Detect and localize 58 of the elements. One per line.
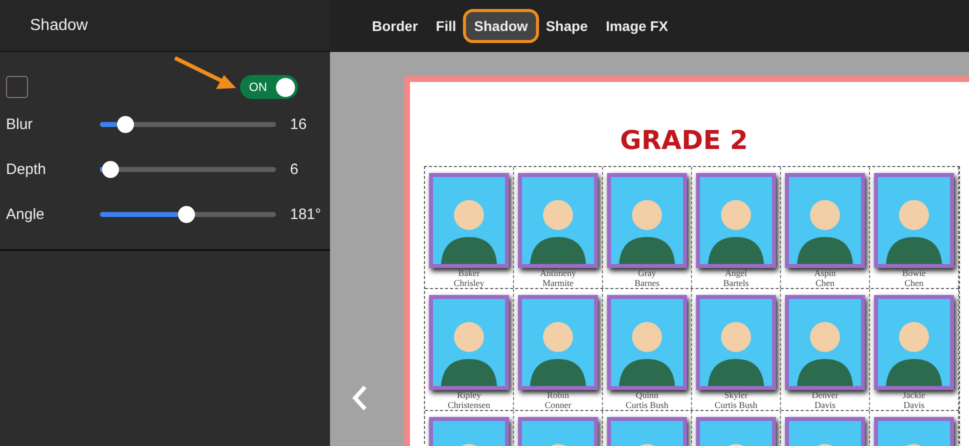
student-name: Denver [812,390,838,400]
tab[interactable]: Shape [538,12,596,40]
slider-track[interactable] [100,206,276,223]
color-swatch[interactable] [6,76,28,98]
student-surname: Chen [816,278,834,288]
tab[interactable]: Border [364,12,426,40]
student-surname: Marmite [542,278,574,288]
student-name: Ripley [457,390,481,400]
avatar-photo[interactable] [874,295,954,390]
student-name: Skyler [724,390,748,400]
slider-thumb[interactable] [117,116,134,133]
student-name: Aspin [814,268,836,278]
slider-track[interactable] [100,116,276,133]
page-title: GRADE 2 [619,125,749,158]
toggle-label: ON [249,80,267,94]
panel-title: Shadow [30,16,88,34]
avatar-photo[interactable] [429,295,509,390]
avatar-photo[interactable] [696,173,776,268]
slider-value: 181° [290,206,322,223]
avatar-photo[interactable] [874,173,954,268]
slider-value: 16 [290,116,307,133]
student-name: Bowie [902,268,926,278]
student-name: Angel [725,268,747,278]
slider-thumb[interactable] [102,161,119,178]
tab[interactable]: Fill [428,12,464,40]
tab[interactable]: Image FX [598,12,676,40]
student-surname: Chrisley [454,278,484,288]
student-surname: Christensen [448,400,490,410]
slider-label: Depth [6,161,48,178]
slider-track[interactable] [100,161,276,178]
student-surname: Curtis Bush [714,400,758,410]
student-name: Gray [638,268,656,278]
student-surname: Davis [814,400,836,410]
student-surname: Curtis Bush [626,400,668,410]
toggle-switch[interactable]: ON [240,75,298,99]
tab[interactable]: Shadow [466,12,536,40]
student-name: Antimeny [540,268,576,278]
slider-thumb[interactable] [178,206,195,223]
student-surname: Conner [544,400,572,410]
student-surname: Chen [904,278,924,288]
avatar-photo[interactable] [785,295,865,390]
slider-label: Blur [6,116,34,133]
student-surname: Davis [904,400,924,410]
avatar-photo[interactable] [429,173,509,268]
student-name: Robin [546,390,569,400]
avatar-photo[interactable] [518,173,598,268]
slider-label: Angle [6,206,46,223]
student-name: Jackie [902,390,926,400]
avatar-photo[interactable] [785,173,865,268]
avatar-photo[interactable] [696,295,776,390]
avatar-photo[interactable] [518,295,598,390]
avatar-photo[interactable] [607,295,687,390]
student-surname: Barnes [634,278,660,288]
student-surname: Bartels [723,278,749,288]
avatar-photo[interactable] [607,173,687,268]
slider-value: 6 [290,161,298,178]
student-name: Baker [458,268,480,278]
student-name: Quinn [636,390,658,400]
